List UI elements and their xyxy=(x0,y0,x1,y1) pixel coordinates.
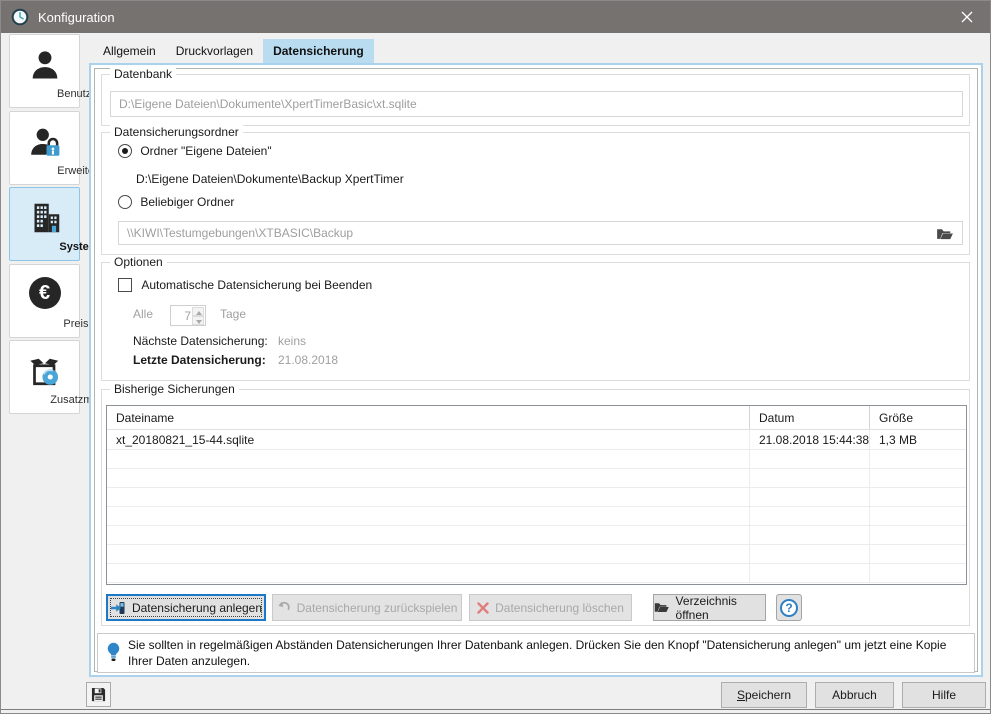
group-title: Optionen xyxy=(110,255,167,269)
browse-folder-button[interactable] xyxy=(931,224,959,243)
konfiguration-dialog: Konfiguration Benutzer xyxy=(0,0,991,714)
help-icon: ? xyxy=(780,599,798,617)
delete-backup-button[interactable]: Datensicherung löschen xyxy=(469,594,632,621)
last-backup-row: Letzte Datensicherung: 21.08.2018 xyxy=(133,353,266,367)
backups-table[interactable]: Dateiname Datum Größe xt_20180821_15-44.… xyxy=(106,405,967,585)
interval-spinner[interactable]: 7 xyxy=(170,305,206,326)
last-backup-value: 21.08.2018 xyxy=(278,353,338,367)
last-backup-label: Letzte Datensicherung: xyxy=(133,353,266,367)
create-backup-label: Datensicherung anlegen xyxy=(132,601,262,615)
speichern-button[interactable]: Speichern xyxy=(721,682,807,708)
table-empty-row xyxy=(107,507,966,526)
next-backup-value: keins xyxy=(278,334,306,348)
table-empty-row xyxy=(107,488,966,507)
group-optionen: Optionen Automatische Datensicherung bei… xyxy=(101,262,970,381)
radio-selected-icon xyxy=(118,144,132,158)
quick-save-button[interactable] xyxy=(86,682,111,707)
create-backup-button[interactable]: Datensicherung anlegen xyxy=(106,594,266,621)
building-icon xyxy=(10,200,79,236)
radio-unselected-icon xyxy=(118,195,132,209)
close-button[interactable] xyxy=(944,1,990,33)
table-empty-row xyxy=(107,545,966,564)
interval-prefix-label: Alle xyxy=(133,307,153,321)
column-header-groesse[interactable]: Größe xyxy=(870,406,966,429)
tab-bar: Allgemein Druckvorlagen Datensicherung xyxy=(93,39,374,63)
group-title: Bisherige Sicherungen xyxy=(110,382,239,396)
radio-own-folder-label: Ordner "Eigene Dateien" xyxy=(140,144,271,158)
window-title: Konfiguration xyxy=(38,10,115,25)
spinner-up-icon[interactable] xyxy=(192,307,204,316)
radio-custom-folder[interactable]: Beliebiger Ordner xyxy=(118,195,234,209)
lightbulb-icon xyxy=(106,641,121,667)
checkbox-unchecked-icon xyxy=(118,278,132,292)
open-directory-label: Verzeichnis öffnen xyxy=(676,594,765,622)
open-directory-button[interactable]: Verzeichnis öffnen xyxy=(653,594,766,621)
sidebar-item-zusatzmodule[interactable]: Zusatzmod. xyxy=(9,340,80,414)
sidebar-item-system[interactable]: System xyxy=(9,187,80,261)
group-datensicherungsordner: Datensicherungsordner Ordner "Eigene Dat… xyxy=(101,132,970,255)
group-bisherige-sicherungen: Bisherige Sicherungen Dateiname Datum Gr… xyxy=(101,389,970,626)
window-bottom-frame xyxy=(1,709,990,710)
interval-suffix-label: Tage xyxy=(220,307,246,321)
tab-datensicherung[interactable]: Datensicherung xyxy=(263,39,374,63)
table-help-button[interactable]: ? xyxy=(776,594,802,621)
table-empty-row xyxy=(107,526,966,545)
table-empty-row xyxy=(107,564,966,583)
column-header-datum[interactable]: Datum xyxy=(750,406,870,429)
table-empty-row xyxy=(107,469,966,488)
delete-backup-label: Datensicherung löschen xyxy=(495,601,624,615)
box-cd-icon xyxy=(10,353,79,389)
euro-icon: € xyxy=(10,277,79,309)
auto-backup-checkbox[interactable]: Automatische Datensicherung bei Beenden xyxy=(118,278,372,292)
clock-app-icon xyxy=(11,8,29,26)
own-folder-path: D:\Eigene Dateien\Dokumente\Backup Xpert… xyxy=(136,172,404,186)
radio-own-folder[interactable]: Ordner "Eigene Dateien" xyxy=(118,144,272,158)
interval-value: 7 xyxy=(171,306,191,326)
table-header-row: Dateiname Datum Größe xyxy=(107,406,966,430)
auto-backup-label: Automatische Datensicherung bei Beenden xyxy=(141,278,372,292)
delete-x-icon xyxy=(477,602,489,614)
backup-create-icon xyxy=(110,600,126,616)
tab-druckvorlagen[interactable]: Druckvorlagen xyxy=(166,39,263,63)
table-empty-row xyxy=(107,450,966,469)
database-path-field[interactable]: D:\Eigene Dateien\Dokumente\XpertTimerBa… xyxy=(110,91,963,117)
tab-allgemein[interactable]: Allgemein xyxy=(93,39,166,63)
abbruch-button[interactable]: Abbruch xyxy=(815,682,894,708)
cell-datum: 21.08.2018 15:44:38 xyxy=(750,430,870,449)
next-backup-label: Nächste Datensicherung: xyxy=(133,334,268,348)
hilfe-button[interactable]: Hilfe xyxy=(902,682,986,708)
restore-backup-button[interactable]: Datensicherung zurückspielen xyxy=(272,594,462,621)
user-lock-icon xyxy=(10,124,79,160)
spinner-down-icon[interactable] xyxy=(192,316,204,325)
restore-backup-label: Datensicherung zurückspielen xyxy=(297,601,458,615)
floppy-disk-icon xyxy=(91,687,106,702)
cell-groesse: 1,3 MB xyxy=(870,430,966,449)
radio-custom-folder-label: Beliebiger Ordner xyxy=(140,195,234,209)
folder-icon xyxy=(936,227,954,241)
close-icon xyxy=(961,11,973,23)
folder-open-icon xyxy=(654,601,670,614)
group-title: Datensicherungsordner xyxy=(110,125,243,139)
user-icon xyxy=(10,47,79,83)
cell-dateiname: xt_20180821_15-44.sqlite xyxy=(107,430,750,449)
custom-folder-field[interactable]: \\KIWI\Testumgebungen\XTBASIC\Backup xyxy=(118,221,963,245)
table-row[interactable]: xt_20180821_15-44.sqlite 21.08.2018 15:4… xyxy=(107,430,966,450)
column-header-dateiname[interactable]: Dateiname xyxy=(107,406,750,429)
sidebar-item-erweitert[interactable]: Erweitert xyxy=(9,111,80,185)
undo-icon xyxy=(277,601,291,615)
sidebar-item-benutzer[interactable]: Benutzer xyxy=(9,34,80,108)
info-box: Sie sollten in regelmäßigen Abständen Da… xyxy=(97,633,975,673)
titlebar[interactable]: Konfiguration xyxy=(1,1,990,33)
sidebar-item-preise[interactable]: € Preise xyxy=(9,264,80,338)
next-backup-row: Nächste Datensicherung: keins xyxy=(133,334,268,348)
group-title: Datenbank xyxy=(110,67,176,81)
group-datenbank: Datenbank D:\Eigene Dateien\Dokumente\Xp… xyxy=(101,74,970,126)
info-text: Sie sollten in regelmäßigen Abständen Da… xyxy=(128,637,968,669)
